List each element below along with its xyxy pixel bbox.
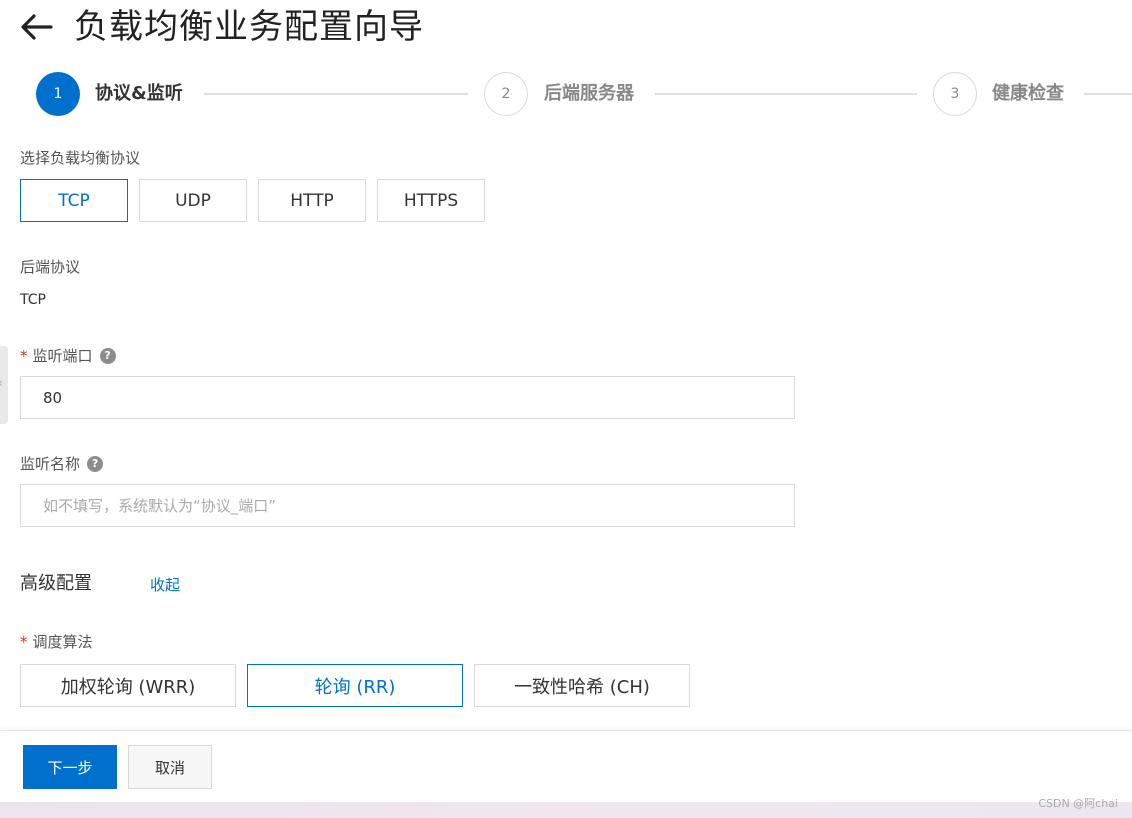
backend-protocol-label: 后端协议 xyxy=(20,258,81,276)
step-3-indicator: 3 xyxy=(933,72,977,116)
listen-port-input[interactable]: 80 xyxy=(20,376,795,419)
listen-name-label-text: 监听名称 xyxy=(20,455,81,473)
watermark: CSDN @阿chai xyxy=(1038,797,1118,810)
required-mark: * xyxy=(20,347,28,365)
bottom-strip xyxy=(0,802,1132,818)
question-circle-icon[interactable]: ? xyxy=(87,456,104,472)
step-1-indicator: 1 xyxy=(36,72,80,116)
cancel-button[interactable]: 取消 xyxy=(128,745,212,789)
step-connector-3 xyxy=(1084,93,1132,95)
scheduling-label: * 调度算法 xyxy=(20,632,93,652)
step-3-label: 健康检查 xyxy=(992,83,1064,104)
wizard-stepper: 1 协议&监听 2 后端服务器 3 健康检查 xyxy=(36,72,1132,116)
advanced-config-title: 高级配置 xyxy=(20,573,92,594)
step-connector-1 xyxy=(204,93,468,95)
page-title: 负载均衡业务配置向导 xyxy=(74,7,424,47)
protocol-option-tcp[interactable]: TCP xyxy=(20,179,128,222)
page-header: 负载均衡业务配置向导 xyxy=(18,0,424,54)
question-circle-icon[interactable]: ? xyxy=(99,348,116,364)
scheduling-option-rr[interactable]: 轮询 (RR) xyxy=(247,664,463,707)
side-collapse-tab[interactable]: ‹ xyxy=(0,346,8,424)
protocol-option-udp[interactable]: UDP xyxy=(139,179,247,222)
scheduling-label-text: 调度算法 xyxy=(32,633,93,651)
required-mark: * xyxy=(20,633,28,651)
backend-protocol-value: TCP xyxy=(20,292,46,308)
arrow-left-icon[interactable] xyxy=(18,9,54,45)
listen-name-input[interactable]: 如不填写，系统默认为“协议_端口” xyxy=(20,484,795,527)
step-1-label: 协议&监听 xyxy=(95,83,183,104)
collapse-link[interactable]: 收起 xyxy=(150,575,180,595)
step-connector-2 xyxy=(655,93,917,95)
step-2-label: 后端服务器 xyxy=(544,83,634,104)
protocol-option-http[interactable]: HTTP xyxy=(258,179,366,222)
listen-name-label: 监听名称 ? xyxy=(20,454,104,474)
listen-port-label-text: 监听端口 xyxy=(32,347,93,365)
scheduling-option-ch[interactable]: 一致性哈希 (CH) xyxy=(474,664,690,707)
listen-port-label: * 监听端口 ? xyxy=(20,346,116,366)
step-2-indicator: 2 xyxy=(484,72,528,116)
scheduling-option-wrr[interactable]: 加权轮询 (WRR) xyxy=(20,664,236,707)
next-step-button[interactable]: 下一步 xyxy=(23,745,117,789)
protocol-option-https[interactable]: HTTPS xyxy=(377,179,485,222)
chevron-left-icon: ‹ xyxy=(0,376,3,390)
protocol-label: 选择负载均衡协议 xyxy=(20,149,141,167)
